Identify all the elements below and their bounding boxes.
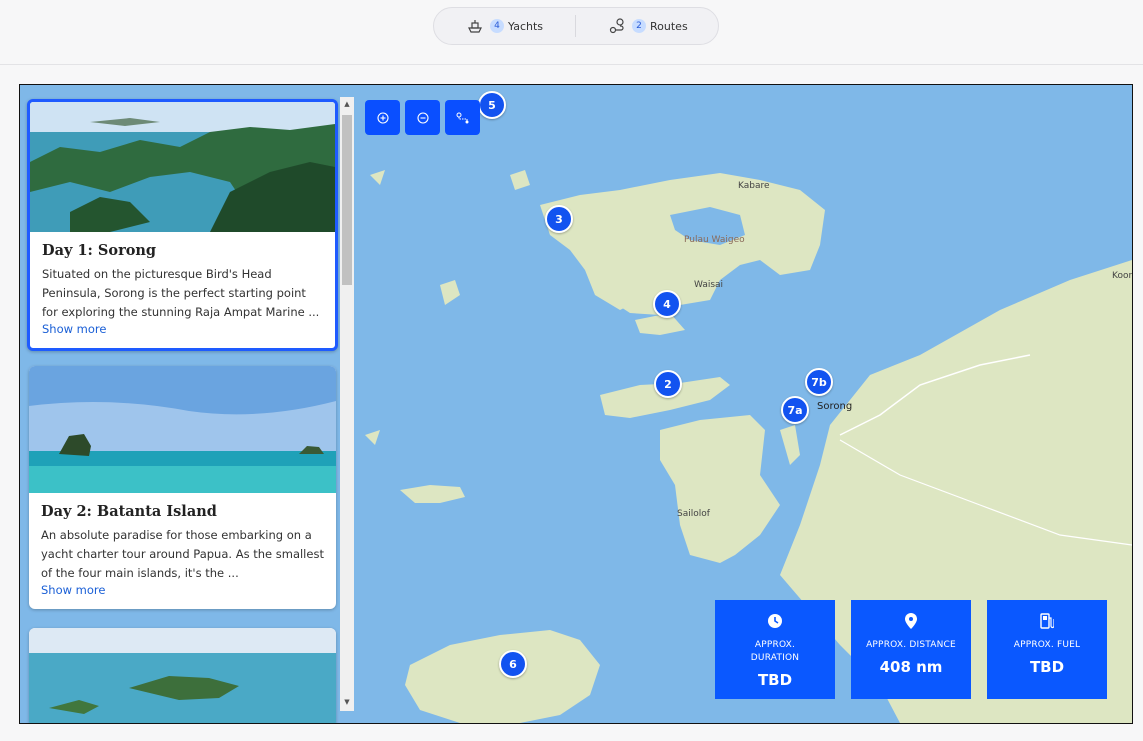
zoom-out-button[interactable] bbox=[405, 100, 440, 135]
route-marker-7b[interactable]: 7b bbox=[805, 368, 833, 396]
view-switcher: 4 Yachts 2 Routes bbox=[433, 7, 719, 45]
zoom-out-icon bbox=[416, 111, 429, 124]
routes-label: Routes bbox=[650, 19, 688, 33]
route-marker-4[interactable]: 4 bbox=[653, 290, 681, 318]
place-waigeo: Pulau Waigeo bbox=[684, 235, 745, 245]
distance-label: APPROX. DISTANCE bbox=[866, 640, 956, 650]
place-waisai: Waisai bbox=[694, 280, 724, 290]
route-toggle-icon bbox=[456, 112, 468, 123]
routes-count: 2 bbox=[632, 19, 647, 33]
fuel-label: APPROX. FUEL bbox=[1013, 640, 1081, 650]
zoom-in-icon bbox=[376, 111, 389, 124]
day2-photo bbox=[29, 366, 336, 493]
card-title: Day 2: Batanta Island bbox=[41, 503, 217, 520]
clock-icon bbox=[768, 614, 782, 628]
card-description: An absolute paradise for those embarking… bbox=[41, 528, 324, 580]
panel-scroll-thumb[interactable] bbox=[342, 115, 352, 285]
yachts-label: Yachts bbox=[508, 19, 544, 33]
fuel-icon bbox=[1040, 613, 1055, 629]
place-sorong: Sorong bbox=[817, 401, 853, 412]
duration-stat: APPROX. DURATION TBD bbox=[715, 600, 835, 699]
place-kabare: Kabare bbox=[738, 181, 770, 191]
route-toggle-button[interactable] bbox=[445, 100, 480, 135]
top-bar: 4 Yachts 2 Routes bbox=[0, 0, 1143, 65]
pin-icon bbox=[905, 613, 917, 629]
routes-tab[interactable]: 2 Routes bbox=[576, 8, 688, 44]
map-frame: Kabare Pulau Waigeo Waisai Sorong Sailol… bbox=[19, 84, 1133, 724]
route-marker-5[interactable]: 5 bbox=[478, 91, 506, 119]
itinerary-card-day3[interactable] bbox=[29, 628, 336, 723]
yacht-icon bbox=[468, 20, 482, 33]
scroll-up-arrow[interactable]: ▲ bbox=[342, 100, 352, 108]
fuel-value: TBD bbox=[1029, 658, 1065, 676]
distance-stat: APPROX. DISTANCE 408 nm bbox=[851, 600, 971, 699]
show-more-link[interactable]: Show more bbox=[41, 583, 324, 597]
route-marker-7a[interactable]: 7a bbox=[781, 396, 809, 424]
card-title: Day 1: Sorong bbox=[42, 242, 157, 259]
card-description: Situated on the picturesque Bird's Head … bbox=[42, 267, 320, 319]
show-more-link[interactable]: Show more bbox=[42, 322, 323, 336]
place-koor: Koor bbox=[1112, 271, 1133, 281]
itinerary-panel: Day 1: Sorong Situated on the picturesqu… bbox=[20, 85, 356, 723]
duration-value: TBD bbox=[757, 671, 793, 689]
yachts-count: 4 bbox=[490, 19, 504, 33]
route-marker-6[interactable]: 6 bbox=[499, 650, 527, 678]
route-marker-3[interactable]: 3 bbox=[545, 205, 573, 233]
itinerary-card-day1[interactable]: Day 1: Sorong Situated on the picturesqu… bbox=[27, 99, 338, 351]
route-icon bbox=[609, 18, 624, 34]
day1-photo bbox=[30, 102, 335, 232]
scroll-down-arrow[interactable]: ▼ bbox=[342, 698, 352, 706]
distance-value: 408 nm bbox=[879, 658, 943, 676]
zoom-in-button[interactable] bbox=[365, 100, 400, 135]
route-marker-2[interactable]: 2 bbox=[654, 370, 682, 398]
duration-label: APPROX. DURATION bbox=[750, 640, 800, 663]
yachts-tab[interactable]: 4 Yachts bbox=[434, 8, 543, 44]
day3-photo bbox=[29, 628, 336, 723]
itinerary-card-day2[interactable]: Day 2: Batanta Island An absolute paradi… bbox=[29, 366, 336, 609]
fuel-stat: APPROX. FUEL TBD bbox=[987, 600, 1107, 699]
place-sailolof: Sailolof bbox=[677, 509, 710, 519]
